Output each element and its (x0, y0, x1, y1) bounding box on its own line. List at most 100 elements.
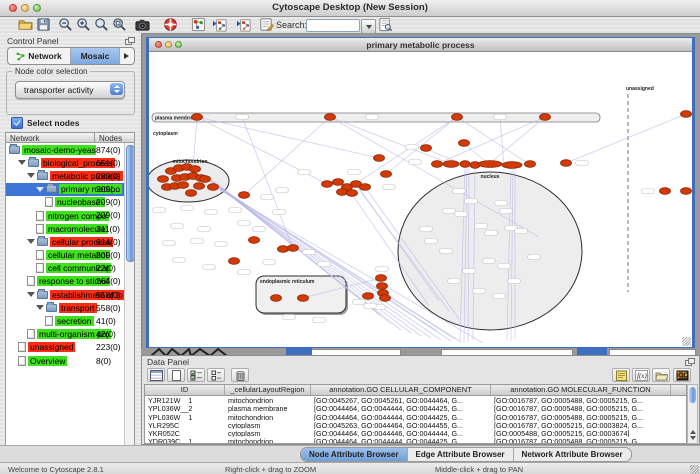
search-options-button[interactable] (376, 17, 394, 32)
tree-row[interactable]: cellular metabol209(0) (6, 249, 134, 262)
tree-row[interactable]: establishment of lo558(0) (6, 288, 134, 301)
save-session-button[interactable] (34, 17, 52, 32)
tab-overflow-button[interactable] (120, 48, 133, 64)
network-node[interactable] (200, 176, 211, 183)
network-node[interactable] (363, 293, 374, 300)
tab-network-attribute-browser[interactable]: Network Attribute Browser (514, 448, 631, 461)
tree-scrollbar-thumb[interactable] (126, 145, 135, 262)
network-node[interactable] (377, 283, 388, 290)
network-node[interactable] (376, 275, 387, 282)
function-builder-button[interactable]: f(x) (632, 368, 650, 382)
table-column-header[interactable]: _cellularLayoutRegion (225, 385, 311, 395)
table-row[interactable]: YKR052Ccytoplasm[GO:0044464, GO:0044446,… (145, 429, 686, 437)
expand-triangle-icon[interactable] (36, 187, 44, 192)
network-node[interactable] (192, 114, 203, 121)
network-node[interactable] (333, 179, 344, 186)
expand-triangle-icon[interactable] (18, 160, 26, 165)
network-node[interactable] (460, 161, 470, 168)
tab-edge-attribute-browser[interactable]: Edge Attribute Browser (408, 448, 514, 461)
tab-node-attribute-browser[interactable]: Node Attribute Browser (301, 448, 408, 461)
resize-grip-icon[interactable] (682, 337, 691, 346)
table-row[interactable]: YPL036W__2plasma membrane[GO:0044464, GO… (145, 404, 686, 412)
network-node[interactable] (178, 182, 189, 189)
tree-column-nodes[interactable]: Nodes (95, 133, 122, 142)
tree-row[interactable]: unassigned223(0) (6, 341, 134, 354)
tree-row[interactable]: metabolic process280(0) (6, 169, 134, 182)
network-node[interactable] (249, 237, 260, 244)
annotation-button[interactable] (257, 17, 275, 32)
zoom-in-button[interactable] (74, 17, 92, 32)
network-node[interactable] (681, 188, 692, 195)
table-column-header[interactable]: annotation.GO MOLECULAR_FUNCTION (491, 385, 671, 395)
region-nucleus[interactable] (398, 172, 582, 330)
network-node[interactable] (374, 155, 385, 162)
network-node[interactable] (443, 161, 459, 168)
network-node[interactable] (194, 183, 205, 190)
export-image-button[interactable] (133, 17, 151, 32)
import-attributes-button[interactable] (234, 17, 252, 32)
network-node[interactable] (347, 190, 358, 197)
float-panel-icon[interactable] (685, 358, 694, 366)
network-node[interactable] (360, 184, 371, 191)
table-row[interactable]: YDR039C__1mitochondrion[GO:0044464, GO:0… (145, 437, 686, 444)
tree-scrollbar[interactable] (124, 143, 134, 474)
tree-row[interactable]: mosaic-demo-yeast874(0) (6, 143, 134, 156)
tree-row[interactable]: multi-organism pro42(0) (6, 328, 134, 341)
network-node[interactable] (452, 114, 463, 121)
table-scrollbar[interactable] (687, 384, 698, 444)
network-node[interactable] (278, 246, 289, 253)
table-scrollbar-thumb[interactable] (689, 387, 696, 403)
import-attributes-folder-button[interactable] (652, 368, 670, 382)
network-node[interactable] (525, 161, 536, 168)
zoom-out-button[interactable] (56, 17, 74, 32)
tree-row[interactable]: cell communicat22(0) (6, 262, 134, 275)
network-node[interactable] (502, 162, 522, 169)
select-nodes-checkbox[interactable] (11, 117, 23, 129)
network-node[interactable] (186, 190, 197, 197)
search-input[interactable] (306, 19, 360, 32)
tree-column-network[interactable]: Network (6, 133, 95, 142)
network-node[interactable] (325, 114, 336, 121)
attribute-table-button[interactable] (147, 368, 165, 382)
network-node[interactable] (478, 161, 502, 168)
float-panel-icon[interactable] (125, 37, 134, 45)
notepad-button[interactable] (612, 368, 630, 382)
network-node[interactable] (681, 111, 692, 118)
tree-row[interactable]: cellular process614(0) (6, 235, 134, 248)
zoom-actual-button[interactable] (92, 17, 110, 32)
table-column-header[interactable]: annotation.GO CELLULAR_COMPONENT (311, 385, 491, 395)
help-button[interactable] (161, 17, 179, 32)
network-node[interactable] (380, 295, 391, 302)
new-attribute-button[interactable] (167, 368, 185, 382)
heatmap-button[interactable] (673, 368, 691, 382)
network-node[interactable] (208, 184, 219, 191)
network-node[interactable] (459, 140, 470, 147)
tree-row[interactable]: macromolecule311(0) (6, 222, 134, 235)
import-network-button[interactable] (210, 17, 228, 32)
network-node[interactable] (298, 295, 309, 302)
select-attributes-button[interactable] (187, 368, 205, 382)
network-node[interactable] (239, 192, 250, 199)
network-node[interactable] (337, 189, 348, 196)
tab-mosaic[interactable]: Mosaic (71, 48, 120, 64)
network-node[interactable] (271, 295, 282, 302)
tree-row[interactable]: primary metabo209(... (6, 183, 134, 196)
expand-triangle-icon[interactable] (27, 292, 35, 297)
expand-triangle-icon[interactable] (36, 305, 44, 310)
open-session-button[interactable] (16, 17, 34, 32)
network-node[interactable] (288, 245, 299, 252)
network-node[interactable] (229, 258, 240, 265)
tree-row[interactable]: Overview8(0) (6, 354, 134, 367)
delete-attribute-button[interactable] (231, 368, 249, 382)
network-window-titlebar[interactable]: primary metabolic process (149, 38, 692, 52)
table-row[interactable]: YPL036W__1mitochondrion[GO:0044464, GO:0… (145, 413, 686, 421)
tree-row[interactable]: secretion41(0) (6, 314, 134, 327)
expand-triangle-icon[interactable] (27, 173, 35, 178)
network-node[interactable] (561, 160, 572, 167)
tab-network[interactable]: Network (8, 48, 71, 64)
network-node[interactable] (540, 114, 551, 121)
search-dropdown-button[interactable] (361, 19, 376, 34)
scrollbar-arrows-icon[interactable] (689, 428, 696, 442)
tree-row[interactable]: transport558(0) (6, 301, 134, 314)
zoom-fit-selected-button[interactable] (110, 17, 128, 32)
